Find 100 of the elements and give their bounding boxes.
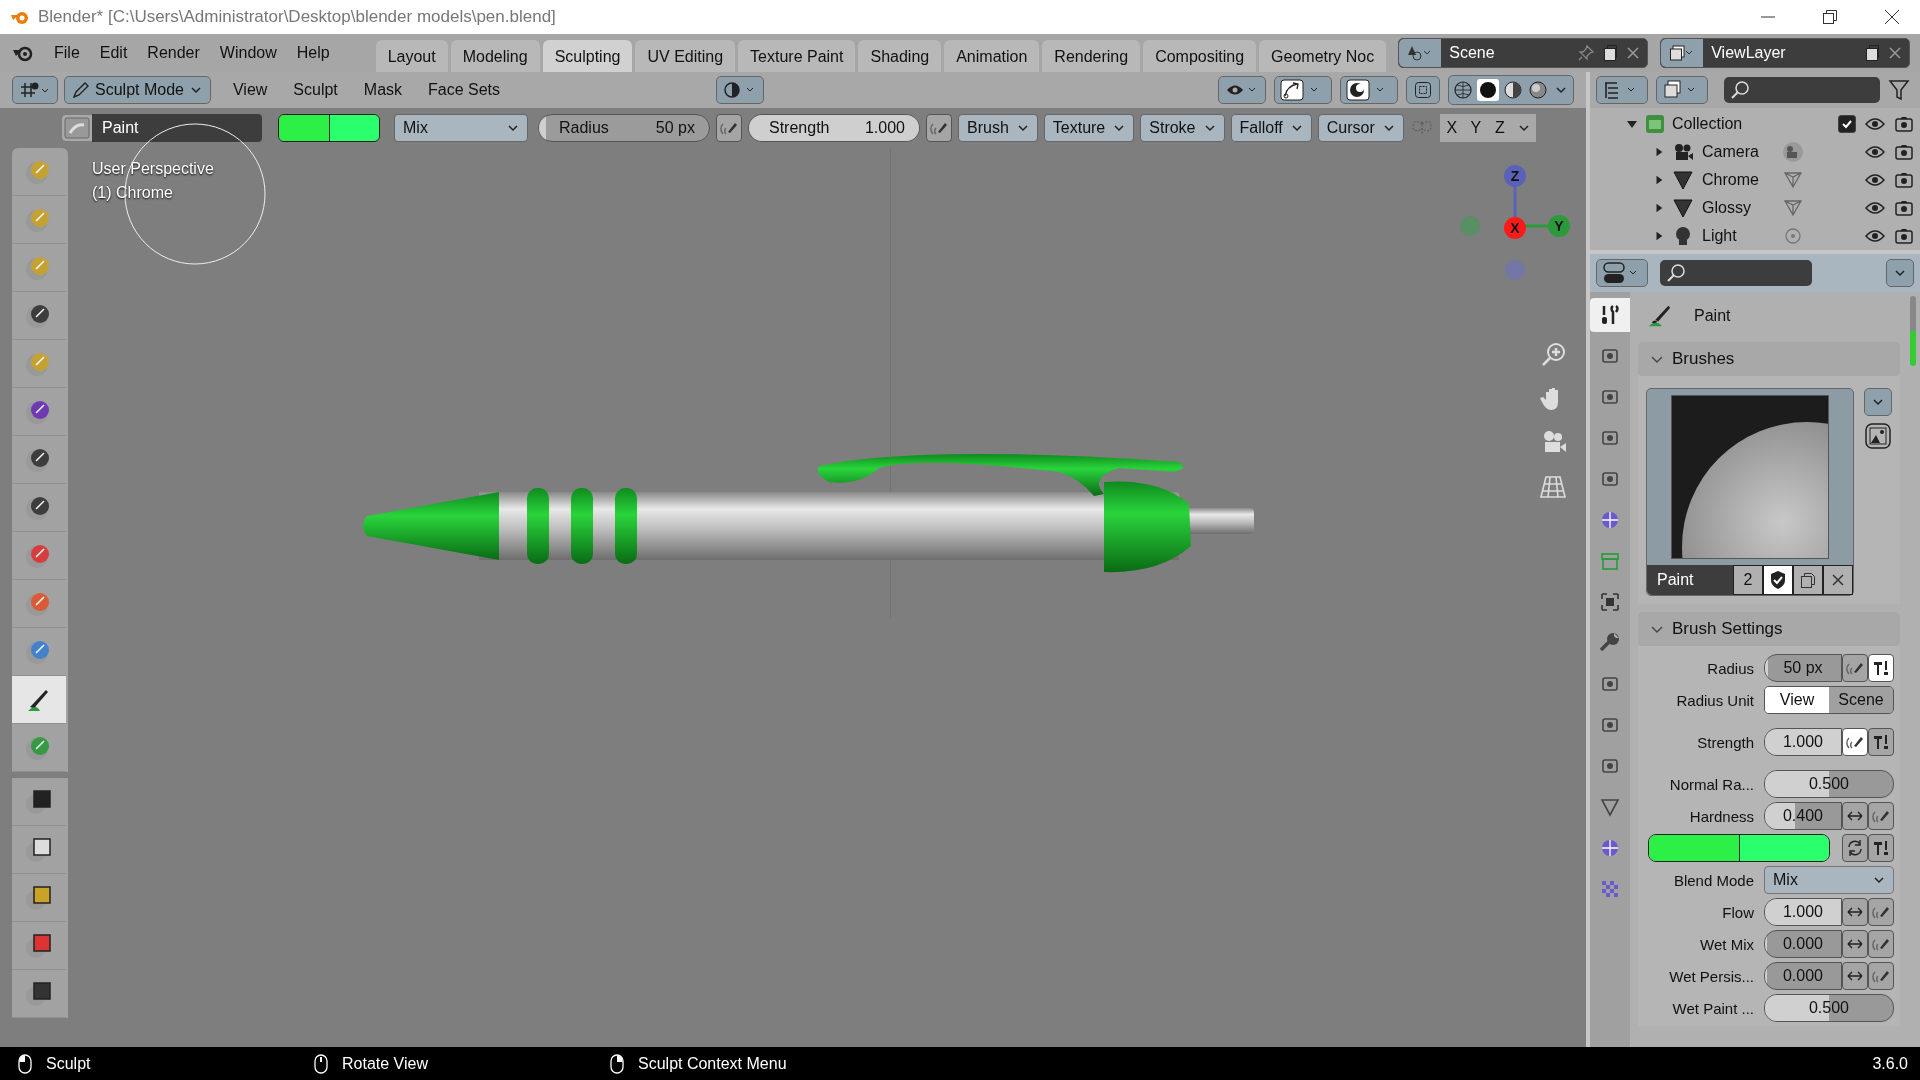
- blender-menu-icon[interactable]: [12, 44, 34, 62]
- workspace-tab[interactable]: Geometry Noc: [1259, 40, 1387, 72]
- workspace-tab[interactable]: Texture Paint: [738, 40, 856, 72]
- slider[interactable]: 1.000: [1764, 898, 1842, 926]
- brush-name-field[interactable]: Paint: [1647, 565, 1733, 595]
- menu-item[interactable]: Render: [137, 40, 210, 66]
- symmetry-axis-toggle[interactable]: X: [1439, 114, 1464, 142]
- search-field[interactable]: [1724, 77, 1880, 103]
- outliner-item[interactable]: Collection: [1672, 115, 1830, 133]
- eye-icon[interactable]: [1864, 171, 1886, 189]
- brush-menu-button[interactable]: [1864, 388, 1892, 416]
- unit-option[interactable]: View: [1765, 687, 1829, 713]
- render-camera-icon[interactable]: [1894, 199, 1914, 217]
- workspace-tab[interactable]: Compositing: [1143, 40, 1257, 72]
- outliner-item[interactable]: Glossy: [1702, 199, 1762, 217]
- eye-icon[interactable]: [1864, 227, 1886, 245]
- properties-tab[interactable]: [1590, 298, 1630, 332]
- eye-icon[interactable]: [1864, 143, 1886, 161]
- slider[interactable]: 0.500: [1764, 770, 1894, 798]
- gizmo-button[interactable]: [1274, 76, 1332, 104]
- symmetry-axis-toggle[interactable]: Y: [1463, 114, 1488, 142]
- pressure-toggle[interactable]: [1842, 654, 1868, 682]
- menu-item[interactable]: File: [44, 40, 90, 66]
- blend-mode-dropdown[interactable]: Mix: [1764, 866, 1894, 894]
- render-camera-icon[interactable]: [1894, 227, 1914, 245]
- expand-arrow-icon[interactable]: [1626, 118, 1638, 130]
- color-swatch[interactable]: [1649, 835, 1740, 861]
- navigation-gizmo[interactable]: Z X Y: [1455, 158, 1575, 288]
- eye-icon[interactable]: [1864, 199, 1886, 217]
- expand-arrow-icon[interactable]: [1654, 147, 1664, 157]
- xray-button[interactable]: [1406, 76, 1440, 104]
- pressure-toggle[interactable]: [716, 114, 742, 142]
- workspace-tab[interactable]: Rendering: [1042, 40, 1141, 72]
- slider[interactable]: 0.000: [1764, 930, 1842, 958]
- slider[interactable]: 50 px: [1764, 654, 1842, 682]
- header-menu[interactable]: Face Sets: [418, 77, 511, 103]
- popover-button[interactable]: Cursor: [1317, 114, 1404, 142]
- pressure-toggle[interactable]: [1868, 802, 1894, 830]
- brush-link-toggle[interactable]: [1868, 728, 1894, 756]
- brush-name-field[interactable]: Paint: [92, 114, 262, 142]
- unlink-button[interactable]: [1823, 565, 1853, 595]
- display-mode-button[interactable]: [1596, 76, 1648, 104]
- render-camera-icon[interactable]: [1894, 115, 1914, 133]
- pressure-toggle[interactable]: [1868, 962, 1894, 990]
- strength-slider[interactable]: Strength 1.000: [748, 114, 920, 142]
- expand-arrow-icon[interactable]: [1654, 203, 1664, 213]
- options-dropdown[interactable]: [1886, 259, 1914, 287]
- color-swatches[interactable]: [278, 114, 380, 142]
- popover-button[interactable]: Falloff: [1230, 114, 1312, 142]
- brush-preview-picture[interactable]: [1671, 395, 1829, 559]
- double-arrow-toggle[interactable]: [1842, 962, 1868, 990]
- color-swatch[interactable]: [1739, 835, 1829, 861]
- double-arrow-toggle[interactable]: [1842, 930, 1868, 958]
- slider[interactable]: 0.500: [1764, 994, 1894, 1022]
- expand-arrow-icon[interactable]: [1654, 231, 1664, 241]
- exclude-checkbox[interactable]: [1838, 115, 1856, 133]
- restore-icon[interactable]: [1822, 9, 1838, 25]
- expand-arrow-icon[interactable]: [1654, 175, 1664, 185]
- view-layer-browse-button[interactable]: [1661, 39, 1704, 67]
- workspace-tab[interactable]: Layout: [375, 40, 448, 72]
- mode-dropdown[interactable]: Sculpt Mode: [64, 76, 211, 104]
- rendered-shading-icon[interactable]: [1527, 79, 1549, 101]
- popover-button[interactable]: Texture: [1043, 114, 1135, 142]
- pin-icon[interactable]: [1577, 44, 1596, 62]
- fake-user-toggle[interactable]: [1763, 565, 1793, 595]
- close-icon[interactable]: [1884, 9, 1900, 25]
- filter-layers-button[interactable]: [1656, 76, 1708, 104]
- eye-icon[interactable]: [1864, 115, 1886, 133]
- outliner-item[interactable]: Camera: [1702, 143, 1762, 161]
- radius-slider[interactable]: Radius 50 px: [538, 114, 710, 142]
- pressure-toggle[interactable]: [1868, 930, 1894, 958]
- symmetry-menu-button[interactable]: [1511, 114, 1536, 142]
- blend-mode-dropdown[interactable]: Mix: [394, 114, 528, 142]
- visibility-button[interactable]: [1218, 76, 1266, 104]
- header-menu[interactable]: Mask: [353, 77, 413, 103]
- menu-item[interactable]: Help: [286, 40, 340, 66]
- workspace-tab[interactable]: UV Editing: [635, 40, 736, 72]
- wireframe-shading-icon[interactable]: [1452, 79, 1474, 101]
- overlays-button[interactable]: [1340, 76, 1398, 104]
- solid-shading-icon[interactable]: [1477, 79, 1499, 101]
- brush-link-toggle[interactable]: [1868, 654, 1894, 682]
- color-swatches[interactable]: [1648, 834, 1830, 862]
- orientation-button[interactable]: [716, 76, 765, 104]
- slider[interactable]: 1.000: [1764, 728, 1842, 756]
- scene-browse-button[interactable]: [1399, 39, 1442, 67]
- color-swatch[interactable]: [279, 115, 330, 141]
- outliner-item[interactable]: Chrome: [1702, 171, 1762, 189]
- user-count[interactable]: 2: [1733, 565, 1763, 595]
- slider[interactable]: 0.000: [1764, 962, 1842, 990]
- filter-icon[interactable]: [1888, 78, 1910, 102]
- pressure-toggle[interactable]: [926, 114, 952, 142]
- pressure-toggle[interactable]: [1868, 898, 1894, 926]
- menu-item[interactable]: Edit: [89, 40, 138, 66]
- outliner-item[interactable]: Light: [1702, 227, 1762, 245]
- workspace-tab[interactable]: Modeling: [450, 40, 540, 72]
- popover-button[interactable]: Stroke: [1140, 114, 1225, 142]
- render-camera-icon[interactable]: [1894, 171, 1914, 189]
- image-icon[interactable]: [1864, 422, 1892, 450]
- pressure-toggle[interactable]: [1842, 728, 1868, 756]
- double-arrow-toggle[interactable]: [1842, 898, 1868, 926]
